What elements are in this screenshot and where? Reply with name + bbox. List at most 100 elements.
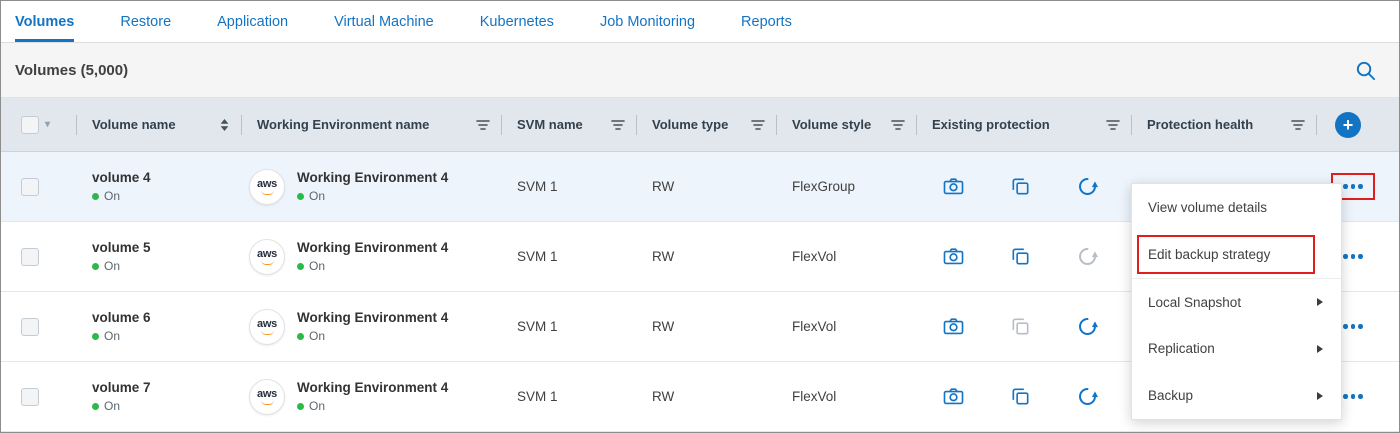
working-environment-state: On [309, 399, 325, 413]
submenu-arrow-icon [1317, 392, 1323, 400]
volume-style-cell: FlexGroup [777, 152, 917, 221]
submenu-arrow-icon [1317, 345, 1323, 353]
volume-style-cell: FlexVol [777, 222, 917, 291]
column-header-working-environment[interactable]: Working Environment name [242, 98, 502, 151]
volume-state: On [104, 189, 120, 203]
filter-icon[interactable] [1106, 119, 1120, 131]
submenu-arrow-icon [1317, 298, 1323, 306]
aws-icon: aws [249, 309, 285, 345]
working-environment-name: Working Environment 4 [297, 380, 448, 395]
row-actions-button[interactable] [1339, 388, 1367, 405]
snapshot-camera-icon [942, 175, 965, 198]
volume-type-cell: RW [637, 362, 777, 431]
row-actions-annotation [1339, 318, 1367, 335]
filter-icon[interactable] [611, 119, 625, 131]
context-menu: View volume details Edit backup strategy… [1131, 183, 1342, 420]
sort-icon[interactable] [219, 118, 230, 132]
volume-name: volume 4 [92, 170, 151, 185]
working-environment-name: Working Environment 4 [297, 310, 448, 325]
column-header-svm-name[interactable]: SVM name [502, 98, 637, 151]
row-actions-annotation [1339, 248, 1367, 265]
aws-icon: aws [249, 169, 285, 205]
column-header-existing-protection[interactable]: Existing protection [917, 98, 1132, 151]
section-header: Volumes (5,000) [1, 43, 1399, 98]
snapshot-camera-icon [942, 315, 965, 338]
volume-name: volume 7 [92, 380, 151, 395]
nav-tab-volumes[interactable]: Volumes [15, 1, 74, 42]
filter-icon[interactable] [476, 119, 490, 131]
restore-arrow-icon [1076, 245, 1099, 268]
add-column-button[interactable]: + [1335, 112, 1361, 138]
restore-arrow-icon [1076, 175, 1099, 198]
volume-style-cell: FlexVol [777, 362, 917, 431]
snapshot-camera-icon [942, 245, 965, 268]
status-dot [92, 193, 99, 200]
working-environment-name: Working Environment 4 [297, 170, 448, 185]
volume-name: volume 5 [92, 240, 151, 255]
context-menu-item-view-volume-details[interactable]: View volume details [1132, 184, 1341, 231]
row-checkbox[interactable] [21, 388, 39, 406]
status-dot [92, 333, 99, 340]
nav-tab-reports[interactable]: Reports [741, 1, 792, 42]
select-all-checkbox[interactable] [21, 116, 39, 134]
restore-arrow-icon [1076, 385, 1099, 408]
aws-icon: aws [249, 239, 285, 275]
row-actions-annotation [1339, 388, 1367, 405]
row-checkbox[interactable] [21, 248, 39, 266]
working-environment-state: On [309, 189, 325, 203]
svm-name-cell: SVM 1 [502, 152, 637, 221]
page-title: Volumes (5,000) [15, 62, 128, 79]
app-window: Volumes Restore Application Virtual Mach… [0, 0, 1400, 433]
column-header-volume-style[interactable]: Volume style [777, 98, 917, 151]
clone-copy-icon [1009, 175, 1032, 198]
filter-icon[interactable] [891, 119, 905, 131]
filter-icon[interactable] [1291, 119, 1305, 131]
clone-copy-icon [1009, 385, 1032, 408]
column-header-volume-name[interactable]: Volume name [77, 98, 242, 151]
volume-name: volume 6 [92, 310, 151, 325]
chevron-down-icon[interactable]: ▾ [45, 119, 50, 130]
nav-tab-restore[interactable]: Restore [120, 1, 171, 42]
status-dot [297, 403, 304, 410]
row-actions-button[interactable] [1339, 318, 1367, 335]
volume-type-cell: RW [637, 292, 777, 361]
nav-tab-virtual-machine[interactable]: Virtual Machine [334, 1, 434, 42]
volume-state: On [104, 399, 120, 413]
snapshot-camera-icon [942, 385, 965, 408]
working-environment-state: On [309, 259, 325, 273]
column-header-volume-type[interactable]: Volume type [637, 98, 777, 151]
volume-type-cell: RW [637, 152, 777, 221]
search-icon[interactable] [1354, 59, 1377, 82]
filter-icon[interactable] [751, 119, 765, 131]
volume-state: On [104, 329, 120, 343]
status-dot [297, 263, 304, 270]
row-actions-button[interactable] [1339, 178, 1367, 195]
context-menu-item-backup[interactable]: Backup [1132, 372, 1341, 419]
svm-name-cell: SVM 1 [502, 292, 637, 361]
working-environment-name: Working Environment 4 [297, 240, 448, 255]
context-menu-item-local-snapshot[interactable]: Local Snapshot [1132, 278, 1341, 325]
status-dot [92, 263, 99, 270]
context-menu-item-replication[interactable]: Replication [1132, 325, 1341, 372]
status-dot [297, 333, 304, 340]
context-menu-item-edit-backup-strategy[interactable]: Edit backup strategy [1132, 231, 1341, 278]
status-dot [92, 403, 99, 410]
nav-tab-application[interactable]: Application [217, 1, 288, 42]
volume-type-cell: RW [637, 222, 777, 291]
row-actions-button[interactable] [1339, 248, 1367, 265]
working-environment-state: On [309, 329, 325, 343]
nav-tab-job-monitoring[interactable]: Job Monitoring [600, 1, 695, 42]
nav-tab-kubernetes[interactable]: Kubernetes [480, 1, 554, 42]
status-dot [297, 193, 304, 200]
restore-arrow-icon [1076, 315, 1099, 338]
volume-style-cell: FlexVol [777, 292, 917, 361]
top-navigation: Volumes Restore Application Virtual Mach… [1, 1, 1399, 43]
clone-copy-icon [1009, 315, 1032, 338]
clone-copy-icon [1009, 245, 1032, 268]
row-checkbox[interactable] [21, 318, 39, 336]
column-header-protection-health[interactable]: Protection health [1132, 98, 1317, 151]
svm-name-cell: SVM 1 [502, 362, 637, 431]
row-checkbox[interactable] [21, 178, 39, 196]
svm-name-cell: SVM 1 [502, 222, 637, 291]
aws-icon: aws [249, 379, 285, 415]
